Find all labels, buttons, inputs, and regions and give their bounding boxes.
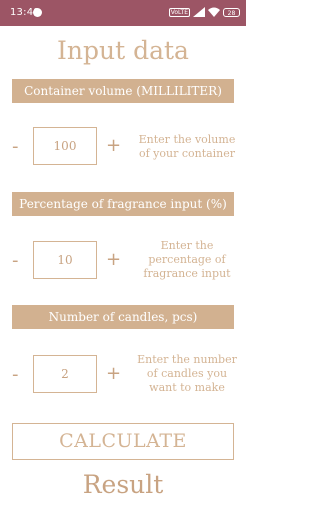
candles-minus-button[interactable]: - bbox=[12, 366, 19, 384]
fragrance-minus-button[interactable]: - bbox=[12, 252, 19, 270]
result-label: Result bbox=[82, 470, 164, 499]
page-title: Input data bbox=[57, 36, 189, 65]
vowifi-icon: VoLTE bbox=[168, 7, 190, 17]
fragrance-hint: Enter the percentage of fragrance input bbox=[143, 239, 231, 280]
status-bar: 13:49 VoLTE 28 bbox=[0, 0, 246, 26]
volume-minus-button[interactable]: - bbox=[12, 138, 19, 156]
container-volume-header: Container volume (MILLILITER) bbox=[12, 79, 234, 103]
volume-input[interactable] bbox=[33, 127, 97, 165]
fragrance-percentage-header: Percentage of fragrance input (%) bbox=[12, 192, 234, 216]
signal-icon bbox=[193, 7, 205, 17]
volume-hint: Enter the volume of your container bbox=[138, 133, 236, 160]
fragrance-plus-button[interactable]: + bbox=[106, 251, 121, 269]
status-icons: VoLTE 28 bbox=[168, 7, 240, 17]
candles-plus-button[interactable]: + bbox=[106, 365, 121, 383]
candles-input[interactable] bbox=[33, 355, 97, 393]
calculate-button[interactable]: CALCULATE bbox=[12, 423, 234, 460]
battery-icon: 28 bbox=[223, 7, 240, 17]
fragrance-input[interactable] bbox=[33, 241, 97, 279]
media-icon bbox=[33, 8, 42, 17]
candles-hint: Enter the number of candles you want to … bbox=[137, 353, 237, 394]
volume-plus-button[interactable]: + bbox=[106, 137, 121, 155]
wifi-icon bbox=[208, 7, 220, 17]
candles-count-header: Number of candles, pcs) bbox=[12, 305, 234, 329]
